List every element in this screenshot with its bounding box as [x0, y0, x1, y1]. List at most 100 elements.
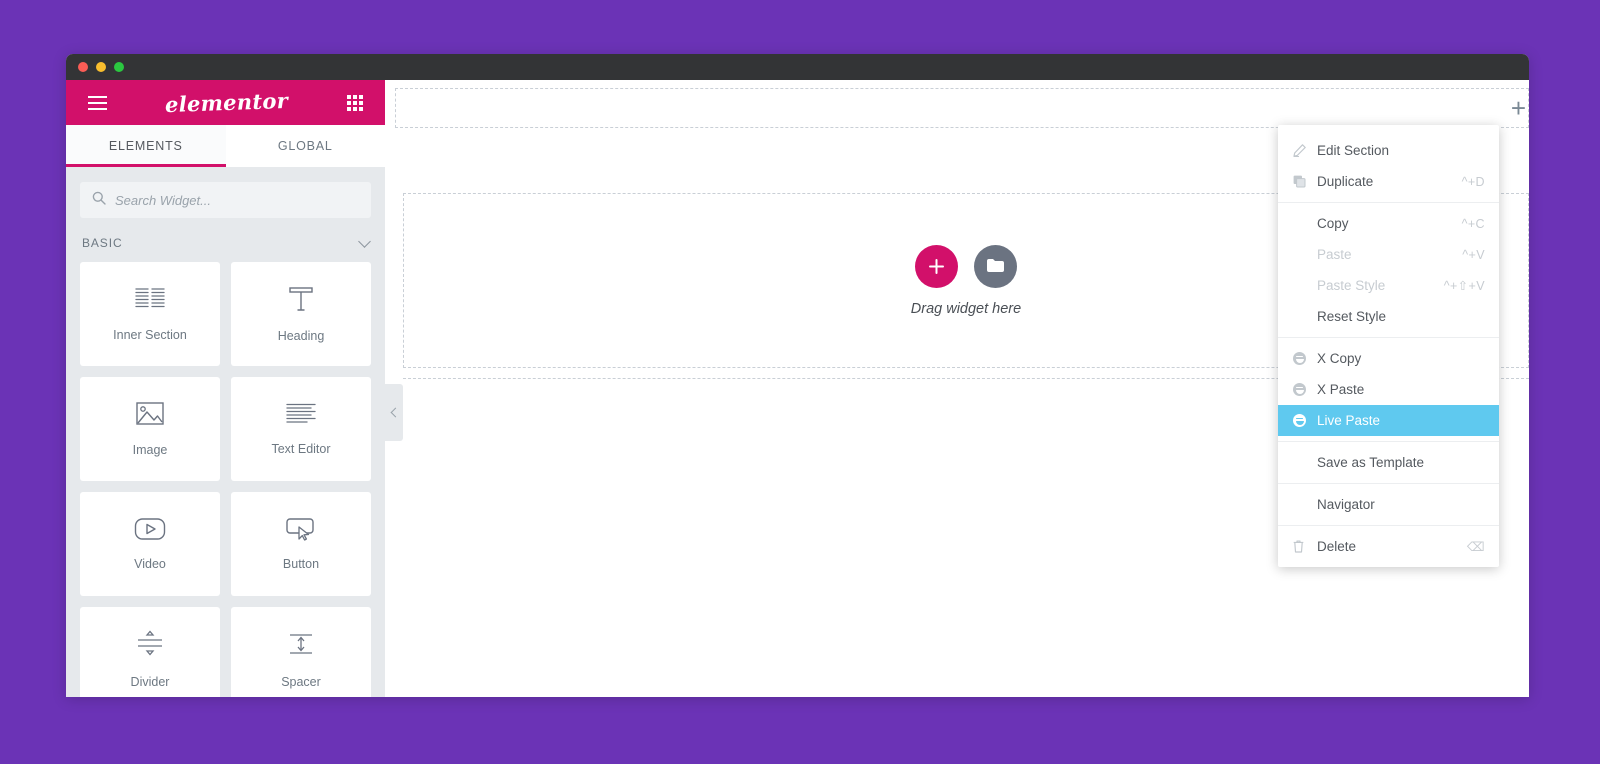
menu-item-label: Paste [1317, 247, 1352, 262]
heading-icon [286, 285, 316, 313]
elementor-panel: elementor ELEMENTS GLOBAL Search Widget.… [66, 80, 385, 697]
widget-video[interactable]: Video [80, 492, 220, 596]
menu-item-label: Copy [1317, 216, 1349, 231]
divider-icon [135, 629, 165, 659]
elementor-logo: elementor [165, 87, 289, 118]
search-input[interactable] [115, 192, 359, 208]
context-menu-group: Save as Template [1278, 442, 1499, 484]
search-icon [92, 191, 106, 210]
image-icon [135, 401, 165, 427]
trash-icon [1293, 540, 1310, 553]
section-context-menu: Edit Section Duplicate ^+D Copy ^+C Past… [1278, 125, 1499, 567]
context-menu-group: Navigator [1278, 484, 1499, 526]
panel-tabs: ELEMENTS GLOBAL [66, 125, 385, 167]
menu-item-label: Delete [1317, 539, 1357, 554]
add-section-button[interactable] [915, 244, 958, 288]
widget-label: Inner Section [113, 328, 187, 342]
text-editor-icon [286, 402, 316, 426]
widget-label: Heading [277, 329, 325, 343]
canvas-section-top[interactable]: + [395, 88, 1529, 128]
drop-buttons [915, 244, 1017, 288]
tab-elements[interactable]: ELEMENTS [66, 125, 226, 167]
maximize-window-button[interactable] [114, 62, 124, 72]
window-titlebar [66, 54, 1529, 80]
close-window-button[interactable] [78, 62, 88, 72]
search-widget-container [66, 167, 385, 218]
menu-item-navigator[interactable]: Navigator [1278, 489, 1499, 520]
menu-item-label: X Copy [1317, 351, 1362, 366]
context-menu-group: Delete ⌫ [1278, 526, 1499, 567]
spacer-icon [286, 629, 316, 659]
context-menu-group: Copy ^+C Paste ^+V Paste Style ^+⇧+V Res… [1278, 203, 1499, 338]
widget-label: Text Editor [271, 442, 331, 456]
menu-item-edit-section[interactable]: Edit Section [1278, 135, 1499, 166]
plus-icon[interactable]: + [1511, 95, 1526, 121]
tab-global-label: GLOBAL [277, 139, 333, 153]
menu-item-x-copy[interactable]: X Copy [1278, 343, 1499, 374]
tab-elements-label: ELEMENTS [108, 139, 183, 153]
widget-label: Spacer [281, 675, 321, 689]
menu-item-label: X Paste [1317, 382, 1365, 397]
widget-label: Divider [130, 675, 170, 689]
menu-item-duplicate[interactable]: Duplicate ^+D [1278, 166, 1499, 197]
context-menu-group: Edit Section Duplicate ^+D [1278, 130, 1499, 203]
smiley-icon [1293, 352, 1310, 365]
widget-inner-section[interactable]: Inner Section [80, 262, 220, 366]
menu-item-shortcut: ^+V [1462, 247, 1485, 262]
hamburger-icon[interactable] [88, 95, 107, 110]
widget-label: Button [282, 557, 320, 571]
smiley-icon [1293, 414, 1310, 427]
video-icon [134, 517, 166, 541]
menu-item-paste-style: Paste Style ^+⇧+V [1278, 270, 1499, 301]
menu-item-label: Save as Template [1317, 455, 1425, 470]
menu-item-label: Paste Style [1317, 278, 1386, 293]
grid-icon[interactable] [347, 94, 363, 111]
add-template-button[interactable] [974, 244, 1017, 288]
minimize-window-button[interactable] [96, 62, 106, 72]
panel-header: elementor [66, 80, 385, 125]
menu-item-copy[interactable]: Copy ^+C [1278, 208, 1499, 239]
widget-button[interactable]: Button [231, 492, 371, 596]
menu-item-label: Reset Style [1317, 309, 1387, 324]
widget-image[interactable]: Image [80, 377, 220, 481]
menu-item-label: Live Paste [1317, 413, 1381, 428]
widget-label: Video [134, 557, 166, 571]
menu-item-shortcut: ^+C [1461, 216, 1485, 231]
panel-collapse-handle[interactable] [385, 384, 403, 441]
category-basic-header[interactable]: BASIC [66, 218, 385, 262]
menu-item-delete[interactable]: Delete ⌫ [1278, 531, 1499, 562]
menu-item-reset-style[interactable]: Reset Style [1278, 301, 1499, 332]
smiley-icon [1293, 383, 1310, 396]
menu-item-live-paste[interactable]: Live Paste [1278, 405, 1499, 436]
menu-item-save-as-template[interactable]: Save as Template [1278, 447, 1499, 478]
menu-item-shortcut: ^+⇧+V [1443, 279, 1485, 293]
widget-heading[interactable]: Heading [231, 262, 371, 366]
pencil-icon [1293, 144, 1310, 157]
menu-item-shortcut: ⌫ [1466, 540, 1485, 554]
inner-section-icon [135, 286, 165, 312]
menu-item-paste: Paste ^+V [1278, 239, 1499, 270]
editor-canvas: + Drag widget here Edit Section Duplicat… [385, 80, 1529, 697]
chevron-down-icon [358, 234, 371, 248]
widget-label: Image [132, 443, 168, 457]
button-icon [285, 517, 317, 541]
menu-item-label: Edit Section [1317, 143, 1390, 158]
plus-icon [929, 258, 944, 274]
chevron-left-icon [390, 407, 400, 418]
context-menu-group: X Copy X Paste Live Paste [1278, 338, 1499, 442]
panel-content: BASIC [66, 167, 385, 697]
widget-spacer[interactable]: Spacer [231, 607, 371, 697]
duplicate-icon [1293, 175, 1310, 188]
menu-item-x-paste[interactable]: X Paste [1278, 374, 1499, 405]
folder-icon [987, 259, 1004, 272]
tab-global[interactable]: GLOBAL [225, 125, 385, 167]
browser-window: elementor ELEMENTS GLOBAL Search Widget.… [66, 54, 1529, 697]
menu-item-label: Navigator [1317, 497, 1375, 512]
search-box[interactable] [80, 182, 371, 218]
drop-hint-text: Drag widget here [910, 300, 1022, 317]
menu-item-shortcut: ^+D [1461, 174, 1485, 189]
widget-grid: Inner Section Heading Image Text Editor … [66, 262, 385, 697]
widget-text-editor[interactable]: Text Editor [231, 377, 371, 481]
editor-body: elementor ELEMENTS GLOBAL Search Widget.… [66, 80, 1529, 697]
widget-divider[interactable]: Divider [80, 607, 220, 697]
